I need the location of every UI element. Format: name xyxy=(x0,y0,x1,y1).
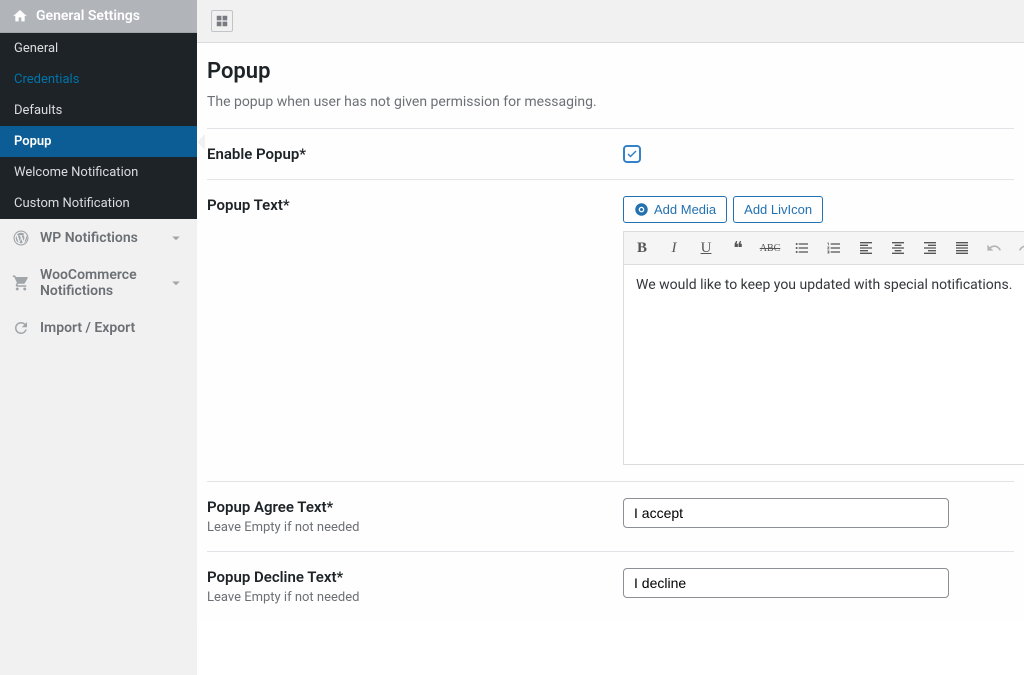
nav-item-label: WooCommerce Notifictions xyxy=(40,267,185,299)
decline-text-help: Leave Empty if not needed xyxy=(207,590,623,605)
chevron-down-icon xyxy=(167,274,185,292)
popup-text-editor[interactable]: We would like to keep you updated with s… xyxy=(623,265,1024,465)
enable-popup-checkbox[interactable] xyxy=(623,145,641,163)
align-justify-icon xyxy=(954,240,970,256)
undo-button[interactable] xyxy=(984,238,1004,258)
submenu-item-general[interactable]: General xyxy=(0,33,197,64)
numbered-list-button[interactable] xyxy=(824,238,844,258)
underline-button[interactable]: U xyxy=(696,238,716,258)
align-left-button[interactable] xyxy=(856,238,876,258)
enable-popup-label: Enable Popup* xyxy=(207,145,623,163)
blockquote-button[interactable]: ❝ xyxy=(728,238,748,258)
agree-text-label: Popup Agree Text* xyxy=(207,498,623,516)
redo-icon xyxy=(1018,240,1024,256)
page-title: Popup xyxy=(207,59,1014,84)
cart-icon xyxy=(12,274,30,292)
sidebar: General Settings General Credentials Def… xyxy=(0,0,197,675)
chevron-down-icon xyxy=(167,229,185,247)
home-icon xyxy=(12,8,28,24)
page-description: The popup when user has not given permis… xyxy=(207,94,1014,110)
agree-text-input[interactable] xyxy=(623,498,949,528)
bold-button[interactable]: B xyxy=(632,238,652,258)
nav-item-woo-notifications[interactable]: WooCommerce Notifictions xyxy=(0,257,197,309)
align-left-icon xyxy=(858,240,874,256)
editor-toolbar: B I U ❝ ABC xyxy=(623,231,1024,265)
submenu-item-custom[interactable]: Custom Notification xyxy=(0,188,197,219)
toggle-panel-button[interactable] xyxy=(211,10,233,32)
check-icon xyxy=(626,148,638,160)
editor-content: We would like to keep you updated with s… xyxy=(636,277,1012,293)
redo-button[interactable] xyxy=(1016,238,1024,258)
decline-text-label: Popup Decline Text* xyxy=(207,568,623,586)
add-livicon-label: Add LivIcon xyxy=(744,202,812,217)
agree-text-help: Leave Empty if not needed xyxy=(207,520,623,535)
popup-text-label: Popup Text* xyxy=(207,196,623,214)
submenu-item-defaults[interactable]: Defaults xyxy=(0,95,197,126)
sidebar-header-label: General Settings xyxy=(36,8,140,24)
strikethrough-button[interactable]: ABC xyxy=(760,238,780,258)
align-center-icon xyxy=(890,240,906,256)
main-content: Popup The popup when user has not given … xyxy=(197,0,1024,675)
row-enable-popup: Enable Popup* xyxy=(197,129,1024,179)
list-ul-icon xyxy=(794,240,810,256)
align-right-icon xyxy=(922,240,938,256)
refresh-icon xyxy=(12,319,30,337)
sidebar-header[interactable]: General Settings xyxy=(0,0,197,33)
nav-item-label: WP Notifictions xyxy=(40,230,185,246)
row-decline-text: Popup Decline Text* Leave Empty if not n… xyxy=(197,552,1024,621)
list-ol-icon xyxy=(826,240,842,256)
topbar xyxy=(197,0,1024,43)
row-popup-text: Popup Text* Add Media Add LivIcon B I U xyxy=(197,180,1024,481)
add-media-label: Add Media xyxy=(654,202,716,217)
align-justify-button[interactable] xyxy=(952,238,972,258)
submenu: General Credentials Defaults Popup Welco… xyxy=(0,33,197,219)
submenu-item-credentials[interactable]: Credentials xyxy=(0,64,197,95)
align-right-button[interactable] xyxy=(920,238,940,258)
align-center-button[interactable] xyxy=(888,238,908,258)
add-livicon-button[interactable]: Add LivIcon xyxy=(733,196,823,223)
page-header: Popup The popup when user has not given … xyxy=(197,43,1024,128)
bulleted-list-button[interactable] xyxy=(792,238,812,258)
nav-item-import-export[interactable]: Import / Export xyxy=(0,309,197,347)
italic-button[interactable]: I xyxy=(664,238,684,258)
add-media-button[interactable]: Add Media xyxy=(623,196,727,223)
undo-icon xyxy=(986,240,1002,256)
media-icon xyxy=(634,202,649,217)
row-agree-text: Popup Agree Text* Leave Empty if not nee… xyxy=(197,482,1024,551)
nav-item-label: Import / Export xyxy=(40,320,185,336)
submenu-item-popup[interactable]: Popup xyxy=(0,126,197,157)
wordpress-icon xyxy=(12,229,30,247)
grid-icon xyxy=(215,14,229,28)
nav-item-wp-notifications[interactable]: WP Notifictions xyxy=(0,219,197,257)
media-buttons: Add Media Add LivIcon xyxy=(623,196,1024,223)
submenu-item-welcome[interactable]: Welcome Notification xyxy=(0,157,197,188)
decline-text-input[interactable] xyxy=(623,568,949,598)
